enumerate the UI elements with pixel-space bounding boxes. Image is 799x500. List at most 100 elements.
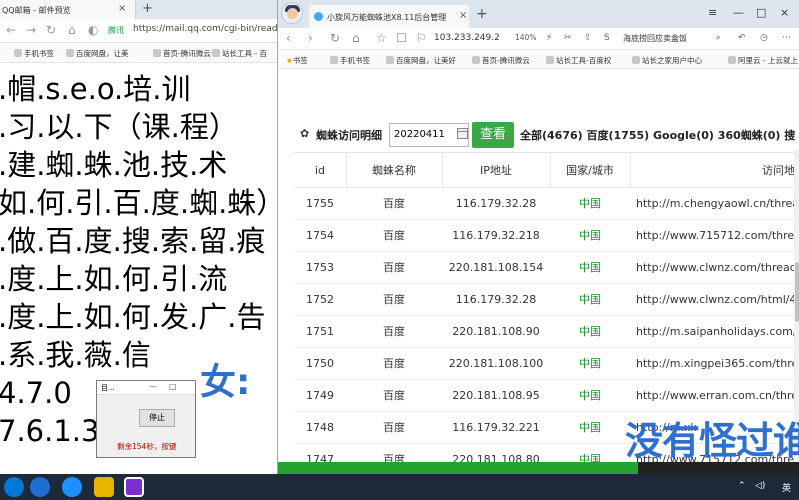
left-tab-mail[interactable]: QQ邮箱 - 邮件预览 — [0, 0, 136, 19]
calendar-icon[interactable] — [457, 128, 468, 139]
more-icon[interactable]: ⋯ — [782, 33, 791, 43]
bookmark-label: 书签 — [292, 56, 308, 65]
view-button[interactable]: 查看 — [472, 122, 514, 148]
bookmark-item[interactable]: 首页-腾讯微云 — [153, 48, 211, 59]
cell-ip: 220.181.108.95 — [452, 389, 540, 402]
cell-id: 1754 — [306, 229, 334, 242]
share-icon[interactable]: ⇪ — [584, 33, 592, 43]
column-header: 蜘蛛名称 — [346, 152, 442, 188]
bookmark-icon — [66, 49, 74, 57]
browser-icon[interactable] — [62, 477, 82, 497]
left-bookmark-bar: 手机书签 百度网盘，让美 首页-腾讯微云 站长工具 - 百 — [0, 43, 277, 63]
bookmark-item[interactable]: 百度网盘，让美 — [66, 48, 129, 59]
bookmark-item[interactable]: ★书签 — [286, 55, 308, 66]
maximize-icon[interactable]: □ — [169, 382, 177, 391]
table-row: 1750 百度 220.181.108.100 中国 http://m.xingpei3… — [294, 348, 799, 380]
forward-icon[interactable]: → — [26, 23, 36, 37]
back-icon[interactable]: ‹ — [286, 31, 291, 45]
cell-url[interactable]: http://www.715712.com/thre — [636, 220, 799, 252]
ime-indicator[interactable]: 英 — [782, 481, 791, 494]
close-icon[interactable]: × — [118, 3, 126, 14]
cell-id: 1753 — [306, 261, 334, 274]
cell-ip: 220.181.108.154 — [448, 261, 544, 274]
close-icon[interactable]: × — [459, 10, 467, 21]
close-window-icon[interactable]: × — [780, 6, 789, 19]
table-row: 1753 百度 220.181.108.154 中国 http://www.clwnz.… — [294, 252, 799, 284]
new-tab-icon[interactable]: + — [142, 1, 153, 16]
cell-url[interactable]: http://www.erran.com.cn/threa — [636, 380, 799, 412]
bookmark-icon — [153, 49, 161, 57]
maximize-icon[interactable]: □ — [756, 6, 766, 19]
bookmark-item[interactable]: 百度网盘，让美好 — [386, 55, 456, 66]
bookmark-label: 首页-腾讯微云 — [163, 49, 211, 58]
table-row: 1755 百度 116.179.32.28 中国 http://m.chengyaowl… — [294, 188, 799, 220]
scrollbar-thumb[interactable] — [795, 262, 799, 322]
lightning-icon[interactable]: ⚡ — [546, 33, 552, 43]
chevron-up-icon[interactable]: ⌃ — [738, 481, 746, 491]
divider — [442, 152, 443, 188]
cell-url[interactable]: http://www.clwnz.com/thread/ — [636, 252, 799, 284]
table-row: 1749 百度 220.181.108.95 中国 http://www.erran.c… — [294, 380, 799, 412]
start-icon[interactable] — [4, 477, 24, 497]
cell-url[interactable]: http://www.clwnz.com/html/4 — [636, 284, 799, 316]
bookmark-item[interactable]: 站长之家用户中心 — [632, 55, 702, 66]
bookmark-label: 阿里云 - 上云就上 — [738, 56, 798, 65]
app-active-icon[interactable] — [124, 477, 144, 497]
app-k-icon[interactable] — [30, 477, 50, 497]
speaker-icon[interactable]: ◁) — [755, 481, 765, 491]
scissors-icon[interactable]: ✂ — [564, 33, 572, 43]
cell-url[interactable]: http://m.chengyaowl.cn/threa — [636, 188, 799, 220]
bookmark-item[interactable]: 首页-腾讯微云 — [472, 55, 530, 66]
home-icon[interactable]: ⌂ — [68, 23, 76, 37]
shield-icon: ◐ — [88, 23, 99, 37]
back-icon[interactable]: ← — [6, 23, 16, 37]
column-header: id — [294, 152, 346, 188]
history-icon[interactable]: ◷ — [760, 33, 768, 43]
minimize-icon[interactable]: — — [733, 6, 744, 19]
tab-admin[interactable]: 小旋风万能蜘蛛池X8.11后台管理 — [309, 5, 469, 28]
column-header: IP地址 — [442, 152, 550, 188]
cell-spider-name: 百度 — [383, 357, 405, 370]
undo-icon[interactable]: ↶ — [738, 33, 746, 43]
game-icon[interactable] — [94, 477, 114, 497]
bookmark-label: 站长工具 - 百 — [222, 49, 267, 58]
search-icon[interactable]: ⌕ — [716, 33, 721, 43]
bookmark-item[interactable]: 站长工具 - 百 — [212, 48, 267, 59]
refresh-icon[interactable]: ↻ — [46, 23, 56, 37]
search-input[interactable]: 海底捞回应卖盒饭 — [623, 33, 687, 44]
date-field[interactable]: 20220411 — [389, 123, 469, 147]
bookmark-icon — [632, 56, 640, 64]
right-bookmark-bar: ★书签 手机书签 百度网盘，让美好 首页-腾讯微云 站长工具-百度权 站长之家用… — [278, 50, 799, 69]
star-icon[interactable]: ☆ — [376, 31, 387, 45]
table-row: 1752 百度 116.179.32.28 中国 http://www.clwnz.co… — [294, 284, 799, 316]
body-line: 如.何.引.百.度.蜘.蛛） — [0, 186, 277, 220]
bookmark-icon — [472, 56, 480, 64]
stop-button[interactable]: 停止 — [139, 409, 175, 427]
minimize-icon[interactable]: — — [149, 382, 157, 391]
new-tab-icon[interactable]: + — [476, 6, 488, 22]
cell-ip: 220.181.108.100 — [448, 357, 544, 370]
cell-country: 中国 — [579, 357, 601, 370]
bookmark-item[interactable]: 手机书签 — [14, 48, 54, 59]
cell-country: 中国 — [579, 229, 601, 242]
right-tab-title: 小旋风万能蜘蛛池X8.11后台管理 — [327, 13, 447, 22]
filter-toolbar: ✿ 蜘蛛访问明细 20220411 查看 全部(4676) 百度(1755) G… — [278, 120, 799, 150]
bookmark-item[interactable]: 站长工具-百度权 — [546, 55, 611, 66]
bookmark-item[interactable]: 手机书签 — [330, 55, 370, 66]
timer-dialog: 目... — □ 停止 剩余154秒，按键 — [96, 380, 196, 458]
search-engine-icon[interactable]: S — [604, 33, 610, 43]
zoom-level[interactable]: 140% — [515, 33, 536, 42]
refresh-icon[interactable]: ↻ — [330, 31, 340, 45]
url-field[interactable]: 103.233.249.2 — [434, 33, 500, 43]
home-icon[interactable]: ⌂ — [352, 31, 360, 45]
menu-icon[interactable]: ≡ — [708, 6, 717, 19]
bookmark-icon[interactable]: ☐ — [396, 31, 407, 45]
forward-icon[interactable]: › — [308, 31, 313, 45]
bookmark-item[interactable]: 阿里云 - 上云就上 — [728, 55, 798, 66]
avatar[interactable] — [281, 2, 303, 24]
desktop: QQ邮箱 - 邮件预览 × + ← → ↻ ⌂ ◐ 腾讯 https://mai… — [0, 0, 799, 500]
url-field[interactable]: https://mail.qq.com/cgi-bin/read — [133, 24, 277, 34]
cell-url[interactable]: http://m.xingpei365.com/thre — [636, 348, 799, 380]
right-browser-window: 小旋风万能蜘蛛池X8.11后台管理 × + ≡ — □ × ‹ › ↻ ⌂ ☆ … — [277, 0, 799, 474]
cell-url[interactable]: http://m.saipanholidays.com/ — [636, 316, 799, 348]
